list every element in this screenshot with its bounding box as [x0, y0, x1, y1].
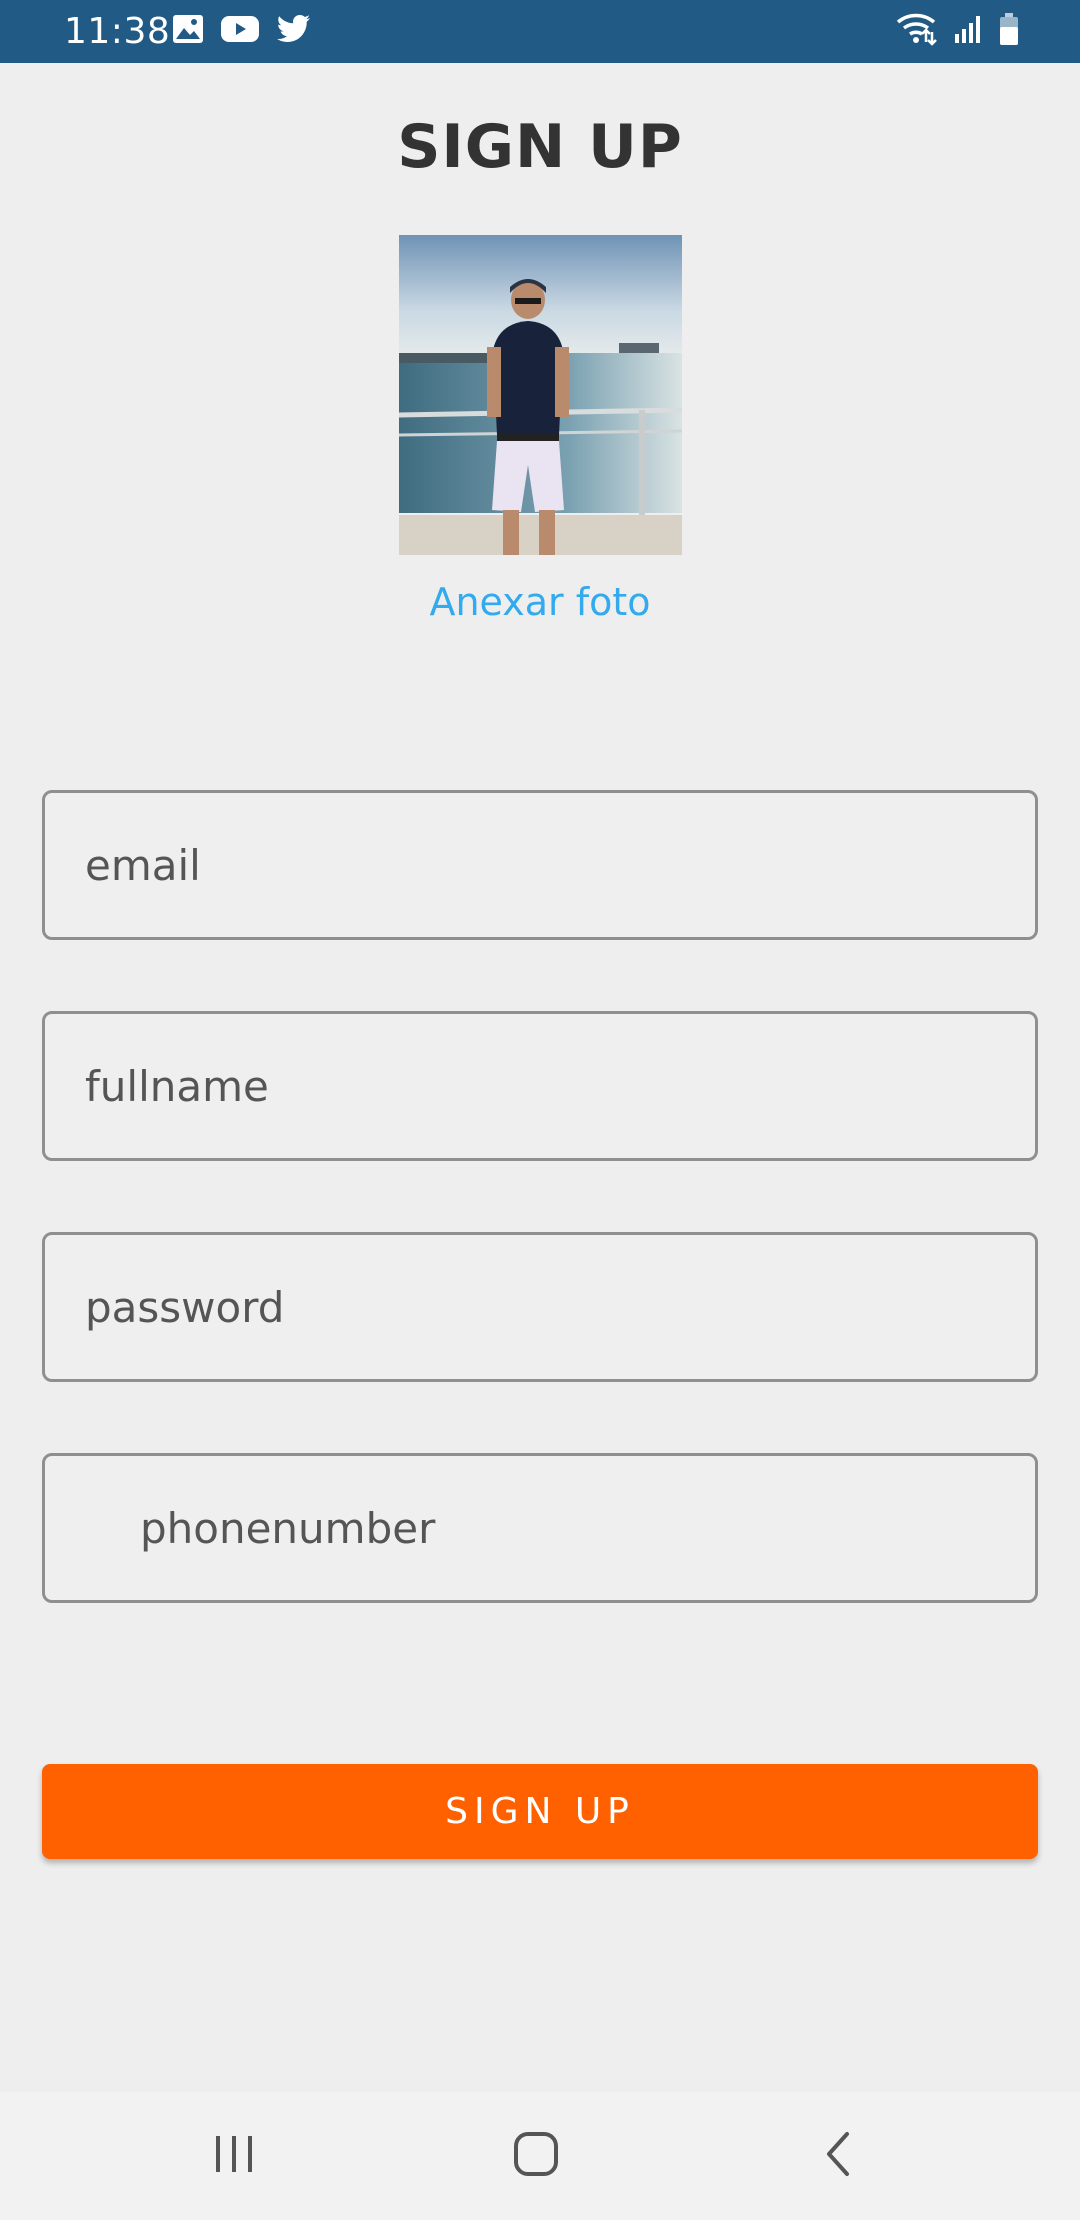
- phone-input[interactable]: [45, 1456, 1035, 1600]
- battery-icon: [998, 12, 1020, 46]
- status-bar: 11:38: [0, 0, 1080, 63]
- notification-icons: [172, 14, 312, 44]
- recents-button[interactable]: [134, 2092, 334, 2220]
- system-icons: [896, 12, 1020, 46]
- navigation-bar: [0, 2092, 1080, 2220]
- home-icon: [513, 2131, 559, 2181]
- phone-field[interactable]: [42, 1453, 1038, 1603]
- twitter-icon: [276, 14, 312, 44]
- page-title: SIGN UP: [397, 112, 683, 182]
- signup-button[interactable]: SIGN UP: [42, 1764, 1038, 1859]
- fullname-field[interactable]: [42, 1011, 1038, 1161]
- signal-icon: [954, 14, 984, 44]
- home-button[interactable]: [436, 2092, 636, 2220]
- email-input[interactable]: [45, 793, 1035, 937]
- youtube-icon: [220, 15, 260, 43]
- password-input[interactable]: [45, 1235, 1035, 1379]
- status-time: 11:38: [64, 11, 171, 52]
- back-icon: [823, 2131, 853, 2181]
- back-button[interactable]: [738, 2092, 938, 2220]
- wifi-icon: [896, 12, 940, 46]
- email-field[interactable]: [42, 790, 1038, 940]
- password-field[interactable]: [42, 1232, 1038, 1382]
- image-icon: [172, 14, 204, 44]
- attach-photo-link[interactable]: Anexar foto: [0, 580, 1080, 624]
- fullname-input[interactable]: [45, 1014, 1035, 1158]
- recents-icon: [212, 2134, 256, 2178]
- profile-photo[interactable]: [399, 235, 682, 555]
